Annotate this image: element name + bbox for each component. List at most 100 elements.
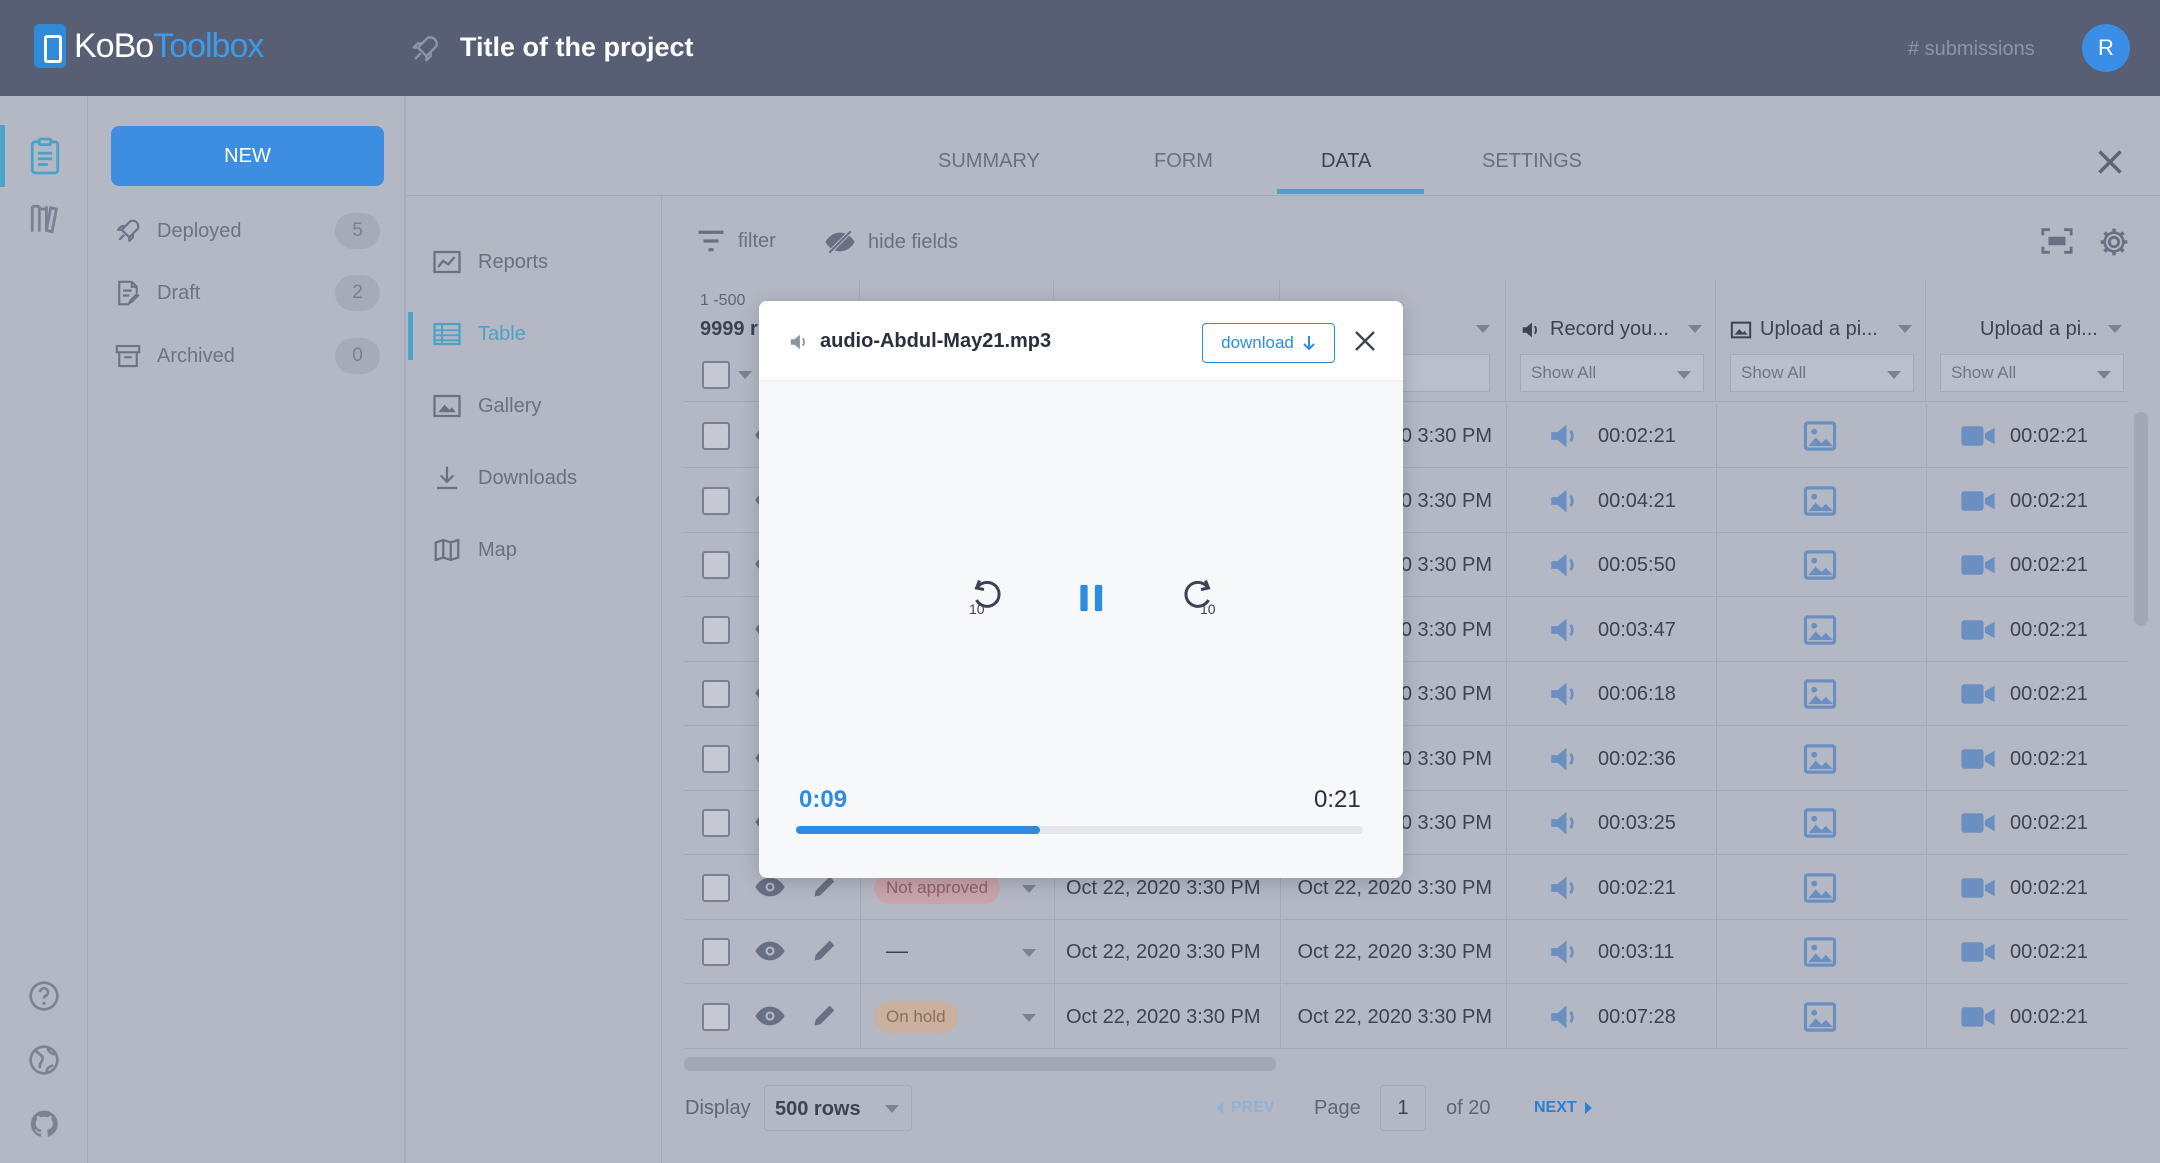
draft-count-badge: 2 [335,275,380,311]
image-icon[interactable] [1802,549,1838,581]
gear-icon[interactable] [2098,226,2130,258]
image-icon[interactable] [1802,678,1838,710]
select-all-checkbox[interactable] [702,361,730,389]
video-icon[interactable] [1960,552,1996,578]
video-icon[interactable] [1960,875,1996,901]
start-time-cell: Oct 22, 2020 3:30 PM [1066,876,1261,899]
tab-data[interactable]: DATA [1321,150,1371,173]
video-icon[interactable] [1960,423,1996,449]
image-icon[interactable] [1802,743,1838,775]
fullscreen-icon[interactable] [2040,226,2074,256]
subnav-map[interactable]: Map [432,530,517,570]
tab-settings[interactable]: SETTINGS [1482,150,1582,173]
speaker-icon[interactable] [1548,680,1580,708]
speaker-icon[interactable] [1548,874,1580,902]
speaker-icon[interactable] [1548,487,1580,515]
chevron-down-icon[interactable] [1022,949,1036,957]
page-number-input[interactable]: 1 [1380,1085,1426,1131]
vertical-scrollbar[interactable] [2134,412,2148,626]
speaker-icon[interactable] [1548,551,1580,579]
image-icon[interactable] [1802,1001,1838,1033]
help-icon[interactable] [28,980,60,1012]
sidebar-item-draft[interactable]: Draft 2 [113,273,383,313]
close-icon[interactable] [1353,329,1377,353]
speaker-icon[interactable] [1548,422,1580,450]
subnav-gallery[interactable]: Gallery [432,386,541,426]
row-checkbox[interactable] [702,873,730,902]
new-project-button[interactable]: NEW [111,126,384,186]
pause-button[interactable] [1077,582,1107,614]
rows-per-page-select[interactable]: 500 rows [764,1085,912,1131]
column-divider [1926,404,1927,468]
video-icon[interactable] [1960,681,1996,707]
row-checkbox[interactable] [702,938,730,966]
sidebar-item-archived[interactable]: Archived 0 [113,336,383,376]
row-checkbox[interactable] [702,809,730,837]
image-icon[interactable] [1802,807,1838,839]
speaker-icon[interactable] [1548,938,1580,966]
hide-fields-button[interactable]: hide fields [824,228,958,256]
library-icon[interactable] [28,202,62,236]
close-icon[interactable] [2096,148,2124,176]
globe-icon[interactable] [28,1044,60,1076]
pencil-icon[interactable] [811,936,839,964]
chevron-down-icon[interactable] [2108,325,2122,333]
image-icon[interactable] [1802,872,1838,904]
chevron-down-icon[interactable] [1688,325,1702,333]
user-avatar[interactable]: R [2082,24,2130,72]
row-checkbox[interactable] [702,615,730,644]
github-icon[interactable] [28,1108,60,1140]
sidebar-item-deployed[interactable]: Deployed 5 [113,211,383,251]
speaker-icon[interactable] [1548,1003,1580,1031]
video-icon[interactable] [1960,939,1996,965]
eye-icon[interactable] [754,940,786,962]
chevron-down-icon[interactable] [1022,884,1036,893]
row-checkbox[interactable] [702,680,730,708]
row-checkbox[interactable] [702,422,730,450]
next-page-button[interactable]: NEXT [1534,1099,1592,1117]
photo-column-filter[interactable]: Show All [1730,354,1914,392]
video-column-filter[interactable]: Show All [1940,354,2124,392]
row-checkbox[interactable] [702,1002,730,1031]
eye-icon[interactable] [754,1005,786,1027]
video-icon[interactable] [1960,617,1996,643]
chevron-down-icon[interactable] [738,371,752,379]
chevron-down-icon[interactable] [1898,325,1912,333]
eye-icon[interactable] [754,876,786,898]
prev-page-button[interactable]: PREV [1216,1099,1275,1117]
chevron-down-icon[interactable] [1022,1013,1036,1022]
logo-text: KoBoToolbox [74,26,264,65]
tab-form[interactable]: FORM [1154,150,1213,173]
image-icon[interactable] [1802,485,1838,517]
filter-button[interactable]: filter [696,228,776,254]
pencil-icon[interactable] [811,1001,839,1029]
speaker-icon[interactable] [1548,809,1580,837]
download-button[interactable]: download [1202,323,1335,363]
subnav-downloads[interactable]: Downloads [432,458,577,498]
tab-summary[interactable]: SUMMARY [938,150,1040,173]
horizontal-scrollbar[interactable] [684,1057,1276,1071]
image-icon[interactable] [1802,614,1838,646]
video-icon[interactable] [1960,1004,1996,1030]
kobotoolbox-logo[interactable]: KoBoToolbox [34,24,264,68]
forward-10-button[interactable]: 10 [1180,579,1220,619]
subnav-label: Map [478,538,517,561]
forms-clipboard-icon[interactable] [28,136,62,176]
row-checkbox[interactable] [702,744,730,773]
speaker-icon[interactable] [1548,745,1580,773]
rewind-10-button[interactable]: 10 [969,579,1009,619]
video-icon[interactable] [1960,746,1996,772]
image-icon[interactable] [1802,936,1838,968]
image-icon[interactable] [1802,420,1838,452]
row-range-label: 1 -500 [700,292,746,309]
subnav-reports[interactable]: Reports [432,242,548,282]
speaker-icon[interactable] [1548,616,1580,644]
video-icon[interactable] [1960,810,1996,836]
row-checkbox[interactable] [702,551,730,579]
audio-column-filter[interactable]: Show All [1520,354,1704,392]
chevron-down-icon[interactable] [1476,325,1490,333]
subnav-table[interactable]: Table [432,314,526,354]
video-icon[interactable] [1960,488,1996,514]
progress-slider[interactable] [796,826,1363,834]
row-checkbox[interactable] [702,486,730,515]
